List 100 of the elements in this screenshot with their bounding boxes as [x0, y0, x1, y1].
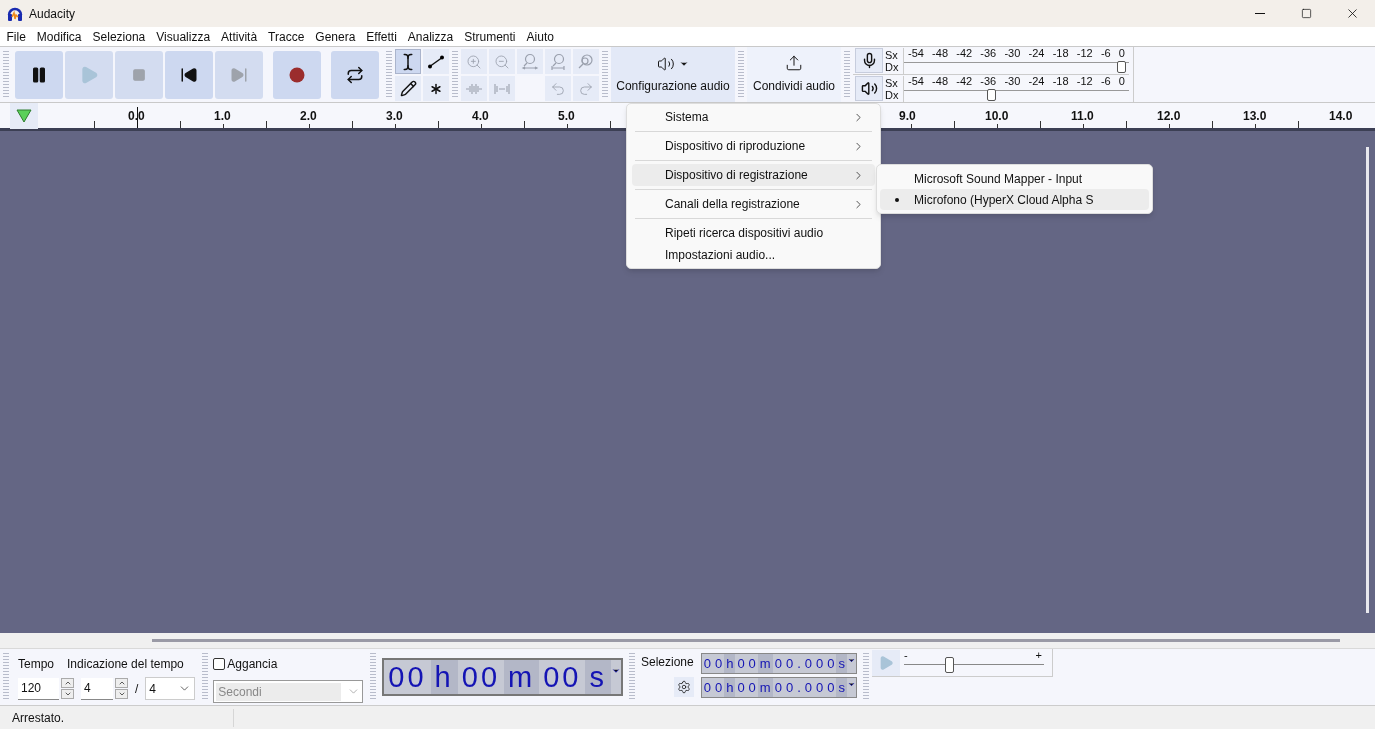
audio-setup-button[interactable]: Configurazione audio — [611, 47, 735, 102]
menu-bar-item[interactable]: Effetti — [360, 27, 403, 46]
ruler-label: 14.0 — [1329, 110, 1353, 122]
dropdown-caret-icon — [610, 666, 621, 676]
zoom-in-button[interactable] — [461, 49, 487, 74]
time-value-text: 00 — [542, 660, 583, 694]
meter-scale-label: -48 — [932, 76, 948, 87]
submenu-item[interactable]: Microfono (HyperX Cloud Alpha S — [880, 189, 1149, 210]
menu-item[interactable]: Impostazioni audio... — [632, 244, 875, 266]
speaker-icon — [657, 54, 675, 73]
skip-start-button[interactable] — [165, 50, 213, 99]
meter-scale-label: 0 — [1118, 76, 1125, 87]
zoom-out-button[interactable] — [489, 49, 515, 74]
record-button[interactable] — [273, 50, 321, 99]
menu-bar-item[interactable]: Analizza — [402, 27, 459, 46]
speaker-icon — [860, 80, 878, 97]
menu-item[interactable]: Dispositivo di riproduzione — [632, 135, 875, 157]
zoom-toggle-button[interactable] — [573, 49, 599, 74]
time-display[interactable]: 00 h 00 m 00 s — [382, 658, 623, 696]
menu-bar-item[interactable]: Tracce — [262, 27, 310, 46]
chevron-up-icon — [117, 679, 126, 687]
menu-bar-item[interactable]: Modifica — [31, 27, 88, 46]
menu-bar-item[interactable]: Genera — [309, 27, 361, 46]
share-audio-button[interactable]: Condividi audio — [747, 47, 841, 102]
menu-bar-item[interactable]: Aiuto — [521, 27, 560, 46]
menu-item[interactable]: Canali della registrazione — [632, 193, 875, 215]
toolbar-grip[interactable] — [844, 51, 850, 98]
toolbar-grip[interactable] — [602, 51, 608, 98]
multi-tool-button[interactable] — [423, 76, 449, 101]
pause-button[interactable] — [15, 50, 63, 99]
spin-up-button[interactable] — [115, 678, 128, 688]
silence-button[interactable] — [489, 76, 515, 101]
meter-thumb[interactable] — [986, 88, 996, 101]
menu-item[interactable]: Dispositivo di registrazione — [632, 164, 875, 186]
tempo-field[interactable]: 120 — [18, 677, 59, 700]
meter-thumb[interactable] — [1117, 60, 1127, 73]
trim-icon — [465, 81, 483, 96]
play-head-button[interactable] — [10, 103, 38, 129]
zoom-out-icon — [494, 53, 510, 70]
fit-selection-button[interactable] — [517, 49, 543, 74]
meter-scale-label: -18 — [1052, 76, 1069, 87]
speed-slider-thumb[interactable] — [945, 656, 955, 673]
meter-slider[interactable]: -54 -48 -42 -36 -30 -24 -18 -12 -6 0 — [903, 75, 1129, 102]
meter-scale-label: -36 — [980, 76, 997, 87]
speaker-button[interactable] — [855, 76, 883, 101]
menu-item[interactable]: Ripeti ricerca dispositivi audio — [632, 222, 875, 244]
play-at-speed-button[interactable] — [872, 649, 900, 676]
toolbar-grip[interactable] — [863, 653, 869, 701]
envelope-tool-button[interactable] — [423, 49, 449, 74]
toolbar-grip[interactable] — [386, 51, 392, 98]
undo-button[interactable] — [545, 76, 571, 101]
time-digit: 0 — [815, 678, 825, 697]
loop-button[interactable] — [331, 50, 379, 99]
time-signature-lower-select[interactable]: 4 — [145, 677, 196, 700]
trim-button[interactable] — [461, 76, 487, 101]
snap-checkbox[interactable] — [213, 658, 226, 670]
time-signature-upper-field[interactable]: 4 — [81, 677, 113, 700]
vertical-scrollbar[interactable] — [1366, 147, 1369, 613]
horizontal-scrollbar[interactable] — [152, 639, 1340, 642]
menu-bar-item[interactable]: Strumenti — [458, 27, 522, 46]
menu-bar-item[interactable]: Attività — [215, 27, 263, 46]
menu-bar-item[interactable]: Visualizza — [150, 27, 216, 46]
meter-slider[interactable]: -54 -48 -42 -36 -30 -24 -18 -12 -6 0 — [903, 47, 1129, 74]
redo-button[interactable] — [573, 76, 599, 101]
select-tool-button[interactable] — [395, 49, 421, 74]
pause-icon — [30, 65, 48, 84]
microphone-button[interactable] — [855, 48, 883, 73]
meter-scale-label: -12 — [1076, 76, 1093, 87]
time-digit: 0 — [803, 678, 813, 697]
selection-time-field[interactable]: 0 0 h 0 0 m 0 0 . 0 0 0 s — [700, 677, 857, 698]
meter-scale-label: -30 — [1004, 48, 1021, 59]
menu-bar-item[interactable]: File — [1, 27, 32, 46]
ruler-label: 10.0 — [985, 110, 1009, 122]
spin-down-button[interactable] — [61, 689, 74, 699]
maximize-icon — [1300, 8, 1312, 19]
draw-tool-button[interactable] — [395, 76, 421, 101]
snap-label: Aggancia — [227, 656, 278, 673]
time-digit: 0 — [784, 654, 795, 673]
menu-bar-item[interactable]: Seleziona — [87, 27, 151, 46]
spin-up-button[interactable] — [61, 678, 74, 688]
time-digit: s — [836, 678, 847, 697]
fit-project-button[interactable] — [545, 49, 571, 74]
toolbar-grip[interactable] — [738, 51, 744, 98]
settings-button[interactable] — [673, 677, 694, 697]
envelope-tool-icon — [426, 53, 446, 70]
submenu-item[interactable]: Microsoft Sound Mapper - Input — [880, 168, 1149, 189]
track-area[interactable] — [0, 131, 1375, 633]
speed-slider[interactable]: - + — [904, 649, 1044, 676]
time-digit: 0 — [747, 678, 757, 697]
bullet-icon — [895, 197, 899, 202]
menu-item[interactable]: Sistema — [632, 106, 875, 128]
time-digit: 0 — [713, 654, 724, 673]
toolbar-grip[interactable] — [452, 51, 458, 98]
meter-scale-label: -6 — [1100, 48, 1111, 59]
spin-down-button[interactable] — [115, 689, 128, 699]
meter-scale-label: -24 — [1028, 48, 1045, 59]
meter-scale-label: -42 — [956, 76, 973, 87]
meter-scale-label: -54 — [908, 48, 924, 59]
dropdown-caret-icon — [847, 656, 856, 665]
selection-time-field[interactable]: 0 0 h 0 0 m 0 0 . 0 0 0 s — [700, 653, 857, 674]
